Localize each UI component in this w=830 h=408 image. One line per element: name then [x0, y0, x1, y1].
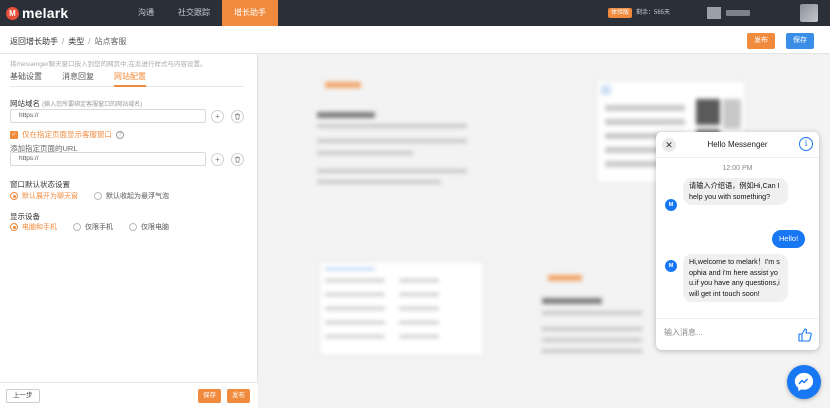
trial-badge: 体验版	[608, 8, 633, 18]
trash-icon	[234, 113, 241, 120]
messenger-chat-window: ✕ Hello Messenger i 12:00 PM M 请输入介绍语，例如…	[656, 132, 819, 350]
nav-item-growth-assistant[interactable]: 增长助手	[222, 0, 278, 26]
remaining-days: 剩余：565天	[636, 10, 671, 16]
specific-pages-label: 仅在指定页面显示客服窗口	[22, 130, 112, 139]
settings-panel: 将messenger聊天窗口嵌入到您的网页中,在此进行样式与内容设置。 基础设置…	[0, 54, 258, 408]
chat-input-bar: 输入消息...	[656, 318, 819, 350]
brand-logo[interactable]: M melark	[6, 5, 68, 21]
previous-step-button[interactable]: 上一步	[6, 389, 40, 403]
device-options: 电脑和手机 仅限手机 仅限电脑	[10, 222, 169, 232]
delete-domain-button[interactable]	[231, 110, 244, 123]
trash-icon	[234, 156, 241, 163]
checkbox-checked-icon[interactable]: ✓	[10, 130, 18, 139]
specific-pages-option[interactable]: ✓ 仅在指定页面显示客服窗口 ?	[10, 129, 124, 140]
domain-sublabel: (输入您所要绑定客服窗口的网站域名)	[42, 102, 143, 108]
breadcrumb-current: 站点客服	[94, 37, 127, 46]
top-navigation-bar: M melark 沟通 社交跟踪 增长助手 体验版 剩余：565天	[0, 0, 830, 26]
panel-footer: 上一步 保存 发布	[0, 382, 258, 408]
help-icon[interactable]: ?	[116, 130, 124, 139]
add-domain-button[interactable]: +	[211, 110, 224, 123]
chat-header: ✕ Hello Messenger i	[656, 132, 819, 158]
chat-message-incoming: Hi,welcome to melark！I'm sophia and i'm …	[683, 254, 788, 302]
domain-label: 网站域名 (输入您所要绑定客服窗口的网站域名)	[10, 99, 143, 108]
panel-hint: 将messenger聊天窗口嵌入到您的网页中,在此进行样式与内容设置。	[10, 61, 207, 68]
default-state-label: 窗口默认状态设置	[10, 180, 70, 189]
chat-timestamp: 12:00 PM	[722, 165, 753, 172]
device-label: 显示设备	[10, 212, 40, 221]
tab-message-reply[interactable]: 消息回复	[62, 71, 94, 87]
publish-button[interactable]: 发布	[747, 33, 775, 49]
default-state-options: 默认展开为聊天窗 默认收起为悬浮气泡	[10, 191, 169, 201]
tab-basic-settings[interactable]: 基础设置	[10, 71, 42, 87]
radio-empty-icon	[94, 192, 102, 200]
profile-picture[interactable]	[800, 4, 818, 22]
nav-item-social-tracking[interactable]: 社交跟踪	[166, 0, 222, 26]
add-url-button[interactable]: +	[211, 153, 224, 166]
tab-website-config[interactable]: 网站配置	[114, 71, 146, 87]
brand-name: melark	[22, 5, 69, 21]
breadcrumb-back-link[interactable]: 返回增长助手	[10, 37, 58, 46]
radio-empty-icon	[73, 223, 81, 231]
radio-mobile-only[interactable]: 仅限手机	[73, 222, 113, 232]
radio-empty-icon	[129, 223, 137, 231]
page-url-input[interactable]: https://	[10, 152, 206, 166]
message-input[interactable]: 输入消息...	[664, 327, 703, 338]
user-name-redacted[interactable]	[726, 10, 750, 16]
thumbs-up-icon[interactable]	[797, 327, 813, 343]
chat-message-outgoing: Hello!	[772, 230, 806, 248]
messenger-launcher-button[interactable]	[787, 365, 821, 399]
plus-icon: +	[215, 112, 220, 121]
nav-item-communication[interactable]: 沟通	[126, 0, 166, 26]
footer-publish-button[interactable]: 发布	[227, 389, 250, 403]
radio-collapse-bubble[interactable]: 默认收起为悬浮气泡	[94, 191, 169, 201]
logo-mark-icon: M	[6, 6, 19, 20]
messenger-icon	[794, 372, 814, 392]
chat-title: Hello Messenger	[707, 140, 768, 149]
user-avatar[interactable]	[707, 7, 721, 19]
page-header: 返回增长助手 / 类型 / 站点客服 发布 保存	[0, 26, 830, 54]
info-icon[interactable]: i	[799, 137, 813, 151]
plus-icon: +	[215, 155, 220, 164]
domain-input[interactable]: https://	[10, 109, 206, 123]
settings-tabs: 基础设置 消息回复 网站配置	[10, 71, 244, 87]
radio-desktop-only[interactable]: 仅限电脑	[129, 222, 169, 232]
save-button[interactable]: 保存	[786, 33, 814, 49]
radio-expand-chat[interactable]: 默认展开为聊天窗	[10, 191, 78, 201]
page-avatar-icon: M	[665, 260, 677, 272]
footer-save-button[interactable]: 保存	[198, 389, 221, 403]
breadcrumb-type-link[interactable]: 类型	[68, 37, 84, 46]
page-avatar-icon: M	[665, 199, 677, 211]
radio-desktop-and-mobile[interactable]: 电脑和手机	[10, 222, 57, 232]
radio-selected-icon	[10, 192, 18, 200]
chat-message-incoming: 请输入介绍语，例如Hi,Can I help you with somethin…	[683, 178, 788, 205]
breadcrumb: 返回增长助手 / 类型 / 站点客服	[10, 37, 127, 46]
radio-selected-icon	[10, 223, 18, 231]
main-nav: 沟通 社交跟踪 增长助手	[126, 0, 278, 26]
delete-url-button[interactable]	[231, 153, 244, 166]
